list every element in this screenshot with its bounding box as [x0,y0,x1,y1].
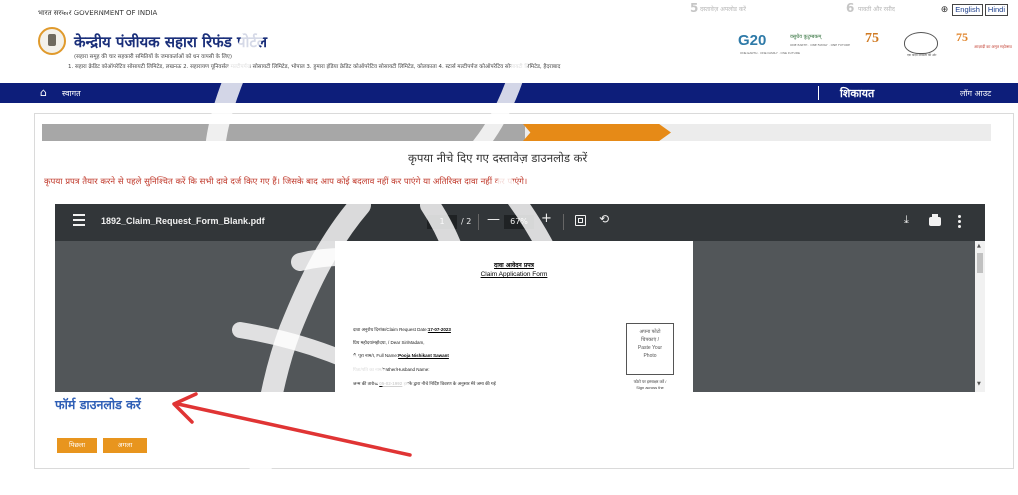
stepper-active-segment [523,124,671,141]
portal-title: केन्द्रीय पंजीयक सहारा रिफंड पोर्टल [74,33,268,51]
photo-line: Photo [643,353,657,359]
zoom-in-button[interactable]: + [541,211,552,226]
seventyfive-logo: 75 [865,31,879,46]
photo-line: Paste Your [637,345,663,351]
societies-list: 1. सहारा क्रेडिट कोऑपरेटिव सोसायटी लिमिट… [68,64,561,70]
form-title-english: Claim Application Form [480,271,548,278]
form-salutation: प्रिय महोदय/महोदया, / Dear Sir/Madam, [353,340,425,345]
photo-sign-line: फोटो पर हस्ताक्षर करें / [633,379,667,384]
scrollbar-thumb[interactable] [977,253,983,273]
photo-sign-note: फोटो पर हस्ताक्षर करें / Sign across the [626,379,674,391]
zoom-level-input[interactable]: 67% [504,215,534,229]
nav-complaint-link[interactable]: शिकायत [840,86,874,101]
step-6-number: 6 [846,1,855,15]
form-date-value: 17-07-2023 [427,327,451,332]
nav-divider [818,86,819,100]
page-total: / 2 [461,217,472,226]
lang-hindi-button[interactable]: Hindi [984,4,1008,16]
photo-line: अपना फोटो [639,329,661,335]
form-dob-line: जन्म की तारीख 05-02-1992 इसके द्वारा नीच… [353,381,496,387]
form-dob-value: 05-02-1992 [379,381,403,386]
print-icon[interactable] [929,214,941,226]
zoom-out-button[interactable]: — [487,212,500,227]
step-3-label: दावा विवरण [388,6,415,13]
photo-line: चिपकाएं / [641,337,659,343]
vasudhaiva-logo: वसुधैव कुटुम्बकम् ONE EARTH · ONE FAMILY… [790,34,850,56]
pdf-viewer: 1892_Claim_Request_Form_Blank.pdf 1 / 2 … [55,204,985,392]
step-2: 2 व्यक्तिगत विवरण [218,0,338,17]
pdf-toolbar: 1892_Claim_Request_Form_Blank.pdf 1 / 2 … [55,204,985,241]
step-2-label: व्यक्तिगत विवरण [230,6,268,13]
scroll-down-arrow-icon[interactable]: ▼ [977,381,981,387]
back-button[interactable]: पिछला [57,438,97,453]
step-4: 4 प्रपत्र जनरेट करें [533,0,653,17]
step-5-label: दस्तावेज़ अपलोड करें [700,6,746,13]
g20-logo-text: G20 [738,32,767,49]
step-3: 3 दावा विवरण [376,0,496,17]
stepper-completed-track [42,124,525,141]
pdf-page: दावा आवेदन प्रपत्र Claim Application For… [335,241,693,392]
azadi-logo-number: 75 [956,30,968,44]
fit-page-icon[interactable] [575,215,586,226]
step-1-label: यूआईडीएआई घोषणा [72,6,119,13]
form-date-label: दावा अनुरोध दिनांक/Claim Request Date: [353,327,428,332]
page-root: भारत सरकार GOVERNMENT OF INDIA ⊕ English… [0,0,1018,495]
download-icon[interactable]: ⤓ [904,213,909,227]
form-title-hindi: दावा आवेदन प्रपत्र [494,262,534,269]
toolbar-divider [563,214,564,230]
step-3-number: 3 [376,1,385,15]
form-dob-rest: इसके द्वारा नीचे निर्दिष्ट विवरण के अनुस… [403,381,496,386]
azadi-logo-text: आज़ादी का अमृत महोत्सव [974,44,1012,49]
swachh-bharat-text: एक कदम स्वच्छता की ओर [907,53,937,57]
toolbar-divider [478,214,479,230]
pdf-scrollbar[interactable]: ▲ ▼ [975,241,985,392]
step-5: 5 दस्तावेज़ अपलोड करें [690,0,810,17]
step-6-label: पावती और रसीद [858,6,895,13]
menu-icon[interactable] [73,214,85,226]
step-4-label: प्रपत्र जनरेट करें [545,6,580,13]
form-date-line: दावा अनुरोध दिनांक/Claim Request Date:17… [353,327,451,333]
step-2-number: 2 [218,1,227,15]
form-name-line: मैं, पूरा नाम/I, Full Name:Pooja Nishika… [353,353,449,359]
step-5-number: 5 [690,1,699,15]
azadi-ka-amrit-mahotsav-logo: 75 आज़ादी का अमृत महोत्सव [956,30,1012,58]
vasudhaiva-subtext: ONE EARTH · ONE FAMILY · ONE FUTURE [790,43,850,47]
form-name-value: Pooja Nishikant Sawant [398,353,449,358]
vasudhaiva-text: वसुधैव कुटुम्बकम् [790,34,822,40]
nav-welcome[interactable]: स्वागत [62,88,81,99]
form-name-label: मैं, पूरा नाम/I, Full Name: [353,353,399,358]
download-heading: कृपया नीचे दिए गए दस्तावेज़ डाउनलोड करें [408,151,588,165]
main-navbar: ⌂ स्वागत शिकायत लॉग आउट [0,83,1018,103]
photo-placeholder: अपना फोटो चिपकाएं / Paste Your Photo [626,323,674,375]
rotate-icon[interactable]: ⟲ [599,212,609,226]
step-6: 6 पावती और रसीद [846,0,966,17]
step-1: 1 यूआईडीएआई घोषणा [62,0,182,17]
form-download-link[interactable]: फॉर्म डाउनलोड करें [55,396,141,413]
page-number-input[interactable]: 1 [427,215,457,229]
scroll-up-arrow-icon[interactable]: ▲ [977,243,981,249]
step-1-number: 1 [62,1,71,15]
form-father-line: पिता/पति का नाम/Father/Husband Name: [353,367,430,372]
next-button[interactable]: अगला [103,438,147,453]
home-icon[interactable]: ⌂ [40,86,47,99]
kebab-icon[interactable] [958,215,961,230]
g20-logo: G20 ONE EARTH · ONE FAMILY · ONE FUTURE [738,32,800,56]
photo-sign-line: Sign across the [636,385,664,390]
national-emblem-logo [38,27,66,55]
form-dob-label: जन्म की तारीख [353,381,379,386]
nav-logout-link[interactable]: लॉग आउट [960,88,991,99]
swachh-bharat-logo: एक कदम स्वच्छता की ओर [904,32,938,57]
step-4-number: 4 [533,1,542,15]
pdf-filename: 1892_Claim_Request_Form_Blank.pdf [101,216,265,226]
header: केन्द्रीय पंजीयक सहारा रिफंड पोर्टल (सहा… [0,20,1018,83]
warning-note: कृपया प्रपत्र तैयार करने से पहले सुनिश्च… [44,177,528,187]
portal-subtitle: (सहारा समूह की चार सहकारी समितियों के जम… [74,54,232,60]
